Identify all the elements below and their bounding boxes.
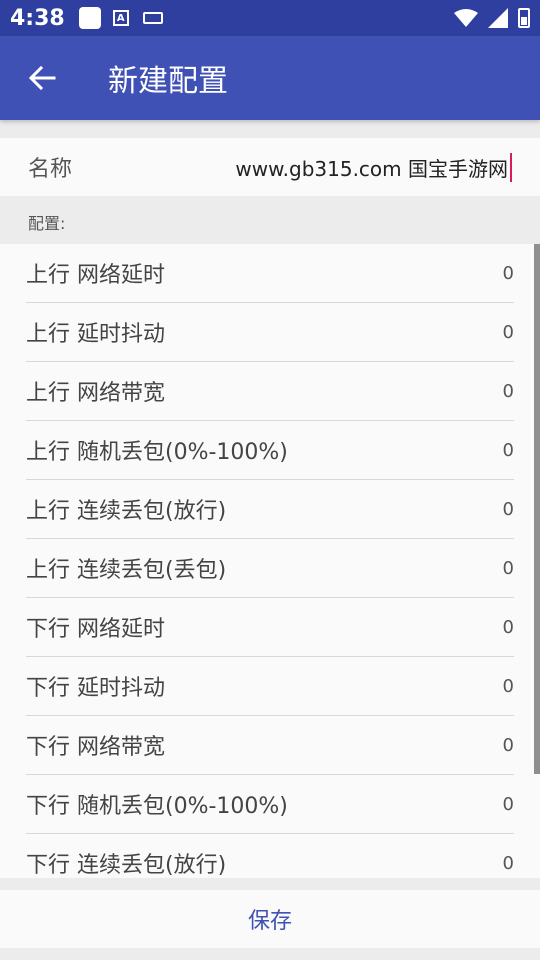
item-value: 0: [502, 439, 514, 461]
back-button[interactable]: [0, 36, 84, 120]
status-time: 4:38: [10, 5, 65, 31]
item-label: 上行 网络带宽: [26, 381, 165, 406]
item-label: 上行 延时抖动: [26, 322, 165, 347]
list-item[interactable]: 上行 延时抖动 0: [26, 303, 514, 362]
item-value: 0: [502, 675, 514, 697]
name-row: 名称 www.gb315.com 国宝手游网: [0, 138, 540, 196]
item-value: 0: [502, 852, 514, 874]
page-title: 新建配置: [108, 64, 228, 99]
status-bar: 4:38 A: [0, 0, 540, 36]
item-label: 上行 连续丢包(放行): [26, 499, 227, 524]
config-section-label: 配置:: [28, 214, 66, 233]
item-label: 下行 网络延时: [26, 617, 165, 642]
save-button[interactable]: 保存: [248, 903, 292, 935]
item-value: 0: [502, 321, 514, 343]
item-label: 上行 网络延时: [26, 263, 165, 288]
font-icon: A: [112, 10, 129, 26]
list-item[interactable]: 上行 网络带宽 0: [26, 362, 514, 421]
config-list: 上行 网络延时 0 上行 延时抖动 0 上行 网络带宽 0 上行 随机丢包(0%…: [0, 244, 540, 878]
list-item[interactable]: 下行 连续丢包(放行) 0: [26, 834, 514, 879]
item-value: 0: [502, 616, 514, 638]
item-label: 上行 连续丢包(丢包): [26, 558, 227, 583]
battery-icon: [518, 8, 530, 28]
list-item[interactable]: 上行 连续丢包(丢包) 0: [26, 539, 514, 598]
name-input[interactable]: www.gb315.com 国宝手游网: [235, 152, 512, 182]
list-item[interactable]: 下行 网络延时 0: [26, 598, 514, 657]
arrow-left-icon: [28, 65, 56, 91]
keyboard-icon: [142, 12, 163, 24]
notification-icon: [78, 7, 101, 29]
signal-icon: [488, 8, 508, 28]
item-value: 0: [502, 557, 514, 579]
item-label: 下行 连续丢包(放行): [26, 853, 227, 878]
item-value: 0: [502, 380, 514, 402]
item-value: 0: [502, 498, 514, 520]
item-label: 下行 网络带宽: [26, 735, 165, 760]
scrollbar[interactable]: [534, 244, 540, 774]
list-item[interactable]: 上行 连续丢包(放行) 0: [26, 480, 514, 539]
item-value: 0: [502, 793, 514, 815]
status-right-icons: [454, 8, 530, 28]
item-value: 0: [502, 262, 514, 284]
save-bar: 保存: [0, 890, 540, 948]
list-item[interactable]: 下行 网络带宽 0: [26, 716, 514, 775]
item-label: 下行 随机丢包(0%-100%): [26, 794, 288, 819]
wifi-icon: [454, 9, 478, 27]
list-item[interactable]: 下行 延时抖动 0: [26, 657, 514, 716]
list-item[interactable]: 上行 随机丢包(0%-100%) 0: [26, 421, 514, 480]
item-label: 上行 随机丢包(0%-100%): [26, 440, 288, 465]
list-item[interactable]: 下行 随机丢包(0%-100%) 0: [26, 775, 514, 834]
name-label: 名称: [28, 157, 73, 182]
item-value: 0: [502, 734, 514, 756]
app-bar: 新建配置: [0, 36, 540, 120]
item-label: 下行 延时抖动: [26, 676, 165, 701]
list-item[interactable]: 上行 网络延时 0: [26, 244, 514, 303]
